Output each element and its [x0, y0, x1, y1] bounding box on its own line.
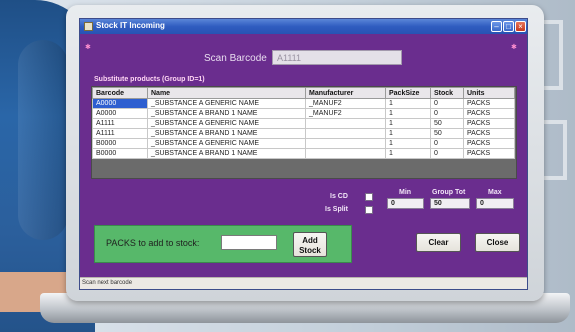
column-header-manufacturer[interactable]: Manufacturer	[305, 87, 386, 99]
cell-manufacturer[interactable]	[305, 138, 386, 149]
scan-barcode-label: Scan Barcode	[204, 53, 267, 64]
cell-units[interactable]: PACKS	[463, 148, 515, 159]
cell-name[interactable]: _SUBSTANCE A GENERIC NAME	[147, 98, 306, 109]
cell-units[interactable]: PACKS	[463, 108, 515, 119]
table-row[interactable]: B0000 _SUBSTANCE A GENERIC NAME 1 0 PACK…	[92, 138, 515, 149]
corner-marker-right: ✱	[511, 44, 517, 51]
substitute-products-grid[interactable]: Barcode Name Manufacturer PackSize Stock…	[91, 86, 517, 179]
column-header-barcode[interactable]: Barcode	[92, 87, 148, 99]
cell-stock[interactable]: 50	[430, 128, 464, 139]
cell-packsize[interactable]: 1	[385, 148, 431, 159]
cell-barcode[interactable]: B0000	[92, 148, 148, 159]
cell-barcode[interactable]: A0000	[92, 108, 148, 119]
cell-name[interactable]: _SUBSTANCE A GENERIC NAME	[147, 138, 306, 149]
cell-barcode[interactable]: A0000	[92, 98, 148, 109]
cell-packsize[interactable]: 1	[385, 138, 431, 149]
table-header-row: Barcode Name Manufacturer PackSize Stock…	[92, 87, 515, 99]
cell-stock[interactable]: 0	[430, 138, 464, 149]
cell-barcode[interactable]: B0000	[92, 138, 148, 149]
max-field[interactable]: 0	[476, 198, 514, 209]
packs-quantity-input[interactable]	[221, 235, 277, 250]
cell-manufacturer[interactable]	[305, 118, 386, 129]
cell-packsize[interactable]: 1	[385, 128, 431, 139]
cell-units[interactable]: PACKS	[463, 118, 515, 129]
close-icon[interactable]: ×	[515, 21, 526, 32]
group-tot-label: Group Tot	[432, 189, 466, 196]
cell-name[interactable]: _SUBSTANCE A BRAND 1 NAME	[147, 148, 306, 159]
cell-stock[interactable]: 0	[430, 98, 464, 109]
cell-units[interactable]: PACKS	[463, 128, 515, 139]
table-row[interactable]: A0000 _SUBSTANCE A BRAND 1 NAME _MANUF2 …	[92, 108, 515, 119]
status-bar: Scan next barcode	[80, 277, 527, 289]
packs-to-add-label: PACKS to add to stock:	[106, 238, 200, 248]
stock-incoming-window: Stock IT Incoming – □ × ✱ ✱ Scan Barcode…	[79, 18, 528, 290]
cell-barcode[interactable]: A1111	[92, 128, 148, 139]
add-stock-button[interactable]: Add Stock	[293, 232, 327, 257]
cell-name[interactable]: _SUBSTANCE A BRAND 1 NAME	[147, 108, 306, 119]
add-stock-panel: PACKS to add to stock: Add Stock	[94, 225, 352, 263]
close-button[interactable]: Close	[475, 233, 520, 252]
cell-packsize[interactable]: 1	[385, 98, 431, 109]
column-header-name[interactable]: Name	[147, 87, 306, 99]
table-row[interactable]: A1111 _SUBSTANCE A GENERIC NAME 1 50 PAC…	[92, 118, 515, 129]
min-label: Min	[399, 189, 412, 196]
cell-units[interactable]: PACKS	[463, 138, 515, 149]
cell-stock[interactable]: 50	[430, 118, 464, 129]
window-title: Stock IT Incoming	[96, 21, 165, 30]
max-label: Max	[488, 189, 502, 196]
is-split-label: Is Split	[325, 206, 348, 213]
cell-manufacturer[interactable]	[305, 148, 386, 159]
table-row[interactable]: A1111 _SUBSTANCE A BRAND 1 NAME 1 50 PAC…	[92, 128, 515, 139]
scan-barcode-input[interactable]: A1111	[272, 50, 402, 65]
group-tot-field[interactable]: 50	[430, 198, 470, 209]
status-text: Scan next barcode	[82, 280, 133, 286]
cell-name[interactable]: _SUBSTANCE A BRAND 1 NAME	[147, 128, 306, 139]
column-header-packsize[interactable]: PackSize	[385, 87, 431, 99]
minimize-icon[interactable]: –	[491, 21, 502, 32]
is-cd-checkbox[interactable]	[365, 193, 373, 201]
cell-units[interactable]: PACKS	[463, 98, 515, 109]
cell-manufacturer[interactable]: _MANUF2	[305, 108, 386, 119]
cell-manufacturer[interactable]: _MANUF2	[305, 98, 386, 109]
corner-marker-left: ✱	[85, 44, 91, 51]
column-header-stock[interactable]: Stock	[430, 87, 464, 99]
maximize-icon[interactable]: □	[503, 21, 514, 32]
cell-stock[interactable]: 0	[430, 148, 464, 159]
cell-packsize[interactable]: 1	[385, 118, 431, 129]
is-split-checkbox[interactable]	[365, 206, 373, 214]
table-row[interactable]: B0000 _SUBSTANCE A BRAND 1 NAME 1 0 PACK…	[92, 148, 515, 159]
cell-barcode[interactable]: A1111	[92, 118, 148, 129]
table-row[interactable]: A0000 _SUBSTANCE A GENERIC NAME _MANUF2 …	[92, 98, 515, 109]
app-icon	[84, 22, 93, 31]
cell-stock[interactable]: 0	[430, 108, 464, 119]
clear-button[interactable]: Clear	[416, 233, 461, 252]
cell-manufacturer[interactable]	[305, 128, 386, 139]
is-cd-label: Is CD	[330, 193, 348, 200]
cell-packsize[interactable]: 1	[385, 108, 431, 119]
cell-name[interactable]: _SUBSTANCE A GENERIC NAME	[147, 118, 306, 129]
substitute-products-label: Substitute products (Group ID=1)	[94, 76, 205, 83]
window-titlebar: Stock IT Incoming – □ ×	[80, 19, 527, 34]
products-table: Barcode Name Manufacturer PackSize Stock…	[92, 87, 515, 159]
min-field[interactable]: 0	[387, 198, 424, 209]
column-header-units[interactable]: Units	[463, 87, 515, 99]
